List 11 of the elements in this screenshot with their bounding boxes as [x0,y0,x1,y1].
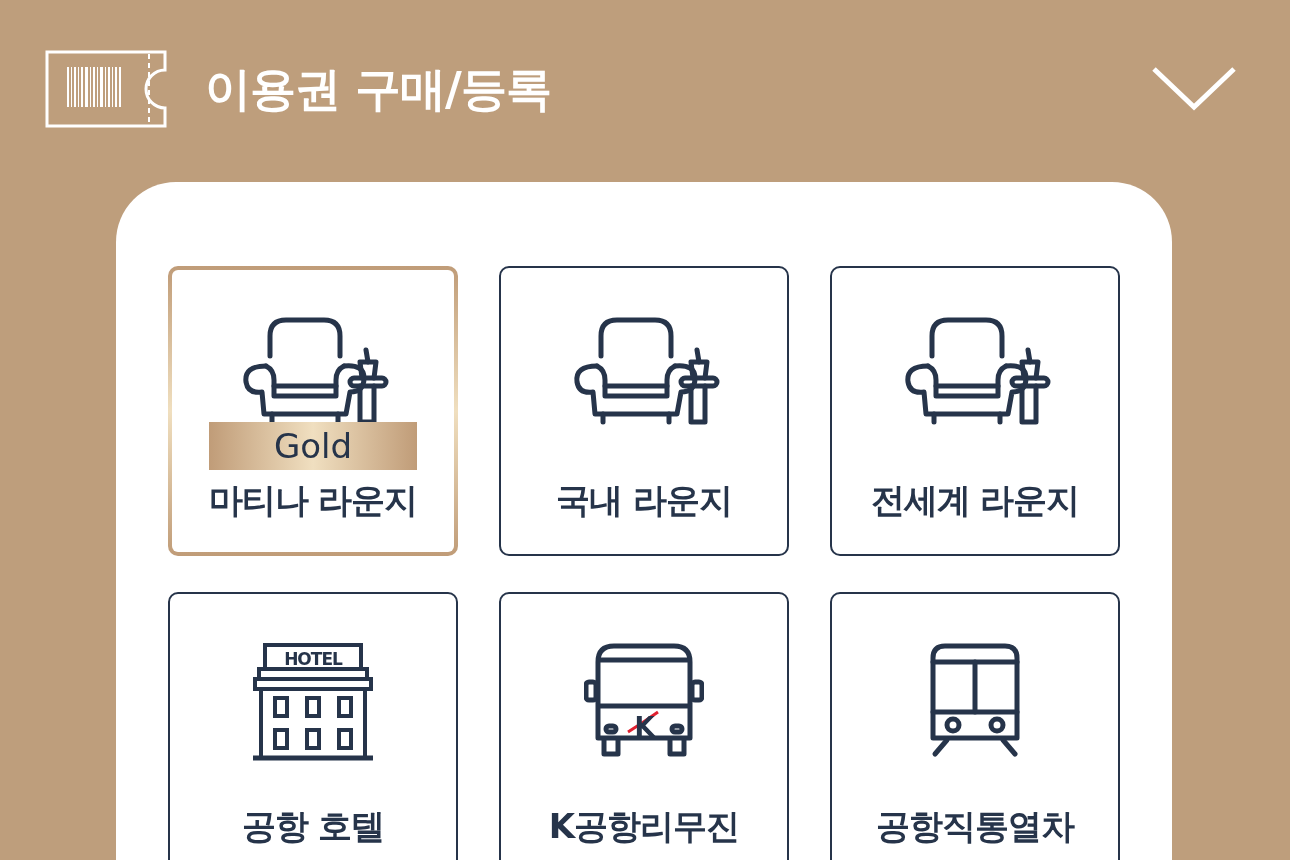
page-title: 이용권 구매/등록 [205,61,552,118]
ticket-icon [45,50,167,128]
armchair-icon [902,316,1052,428]
service-tile[interactable]: 공항직통열차 [830,592,1120,860]
service-tile[interactable]: K K공항리무진 [499,592,789,860]
tier-badge: Gold [209,422,417,470]
armchair-icon [571,316,721,428]
service-tile[interactable]: 국내 라운지 [499,266,789,556]
service-tile[interactable]: HOTEL 공항 호텔 [168,592,458,860]
chevron-button[interactable] [1152,67,1236,111]
service-tile[interactable]: 전세계 라운지 [830,266,1120,556]
